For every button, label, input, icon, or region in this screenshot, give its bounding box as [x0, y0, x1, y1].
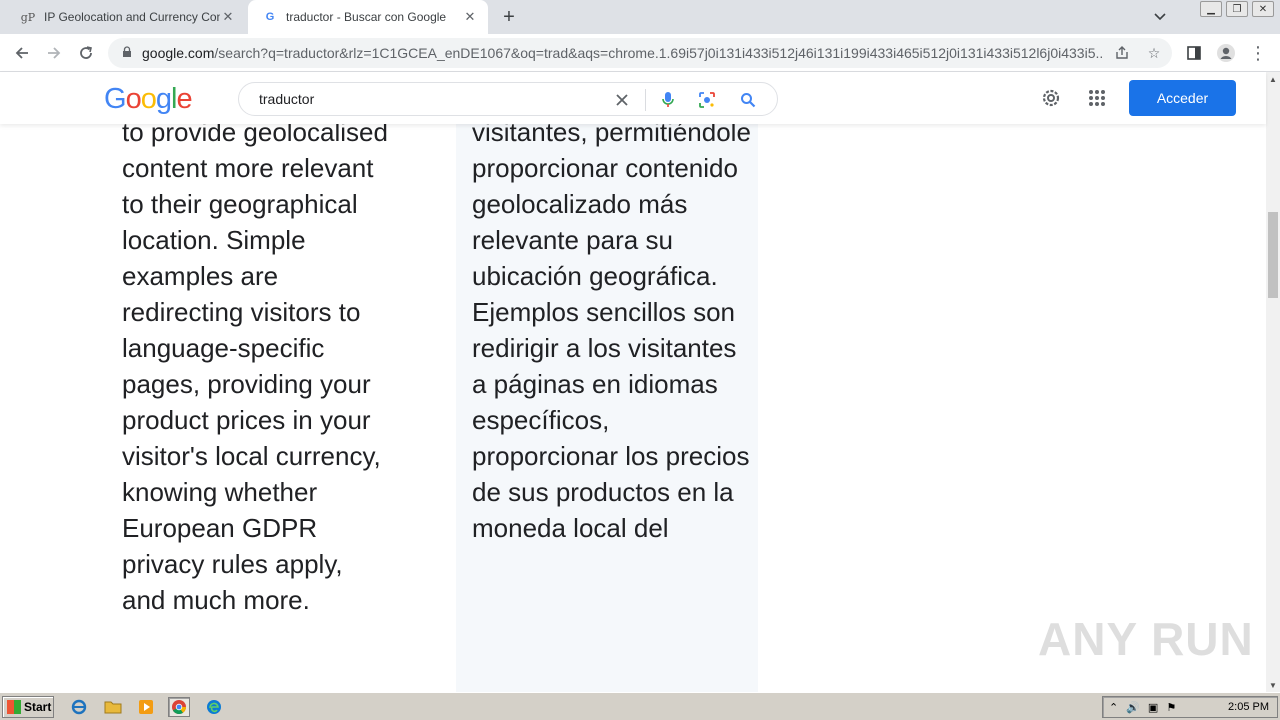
- signin-button[interactable]: Acceder: [1129, 80, 1236, 116]
- scroll-up-arrow-icon[interactable]: ▲: [1266, 72, 1280, 86]
- close-icon[interactable]: ✕: [462, 9, 478, 25]
- search-input[interactable]: [259, 91, 599, 107]
- share-icon[interactable]: [1112, 44, 1132, 62]
- google-favicon-icon: G: [265, 11, 275, 23]
- window-controls: ▁ ❐ ✕: [1200, 1, 1274, 17]
- new-tab-plus-icon[interactable]: +: [498, 6, 520, 28]
- profile-avatar-icon[interactable]: [1214, 41, 1238, 65]
- flag-icon[interactable]: ⚑: [1166, 701, 1176, 714]
- tab-ip-geolocation[interactable]: gP IP Geolocation and Currency Conver ✕: [6, 0, 246, 34]
- address-bar[interactable]: google.com/search?q=traductor&rlz=1C1GCE…: [108, 38, 1172, 68]
- tab-strip: gP IP Geolocation and Currency Conver ✕ …: [0, 0, 1280, 34]
- windows-logo-icon: [7, 700, 21, 714]
- scroll-down-arrow-icon[interactable]: ▼: [1266, 678, 1280, 692]
- ie-icon[interactable]: [68, 697, 90, 717]
- ipgeo-favicon-icon: gP: [20, 10, 36, 24]
- bookmark-star-icon[interactable]: ☆: [1144, 44, 1164, 62]
- tab-title: IP Geolocation and Currency Conver: [44, 10, 220, 24]
- media-player-icon[interactable]: [135, 697, 157, 717]
- kebab-menu-icon[interactable]: ⋮: [1246, 41, 1270, 65]
- minimize-icon[interactable]: ▁: [1200, 1, 1222, 17]
- chevron-down-icon[interactable]: [1150, 8, 1170, 26]
- restore-icon[interactable]: ❐: [1226, 1, 1248, 17]
- edge-icon[interactable]: [203, 697, 225, 717]
- microphone-icon[interactable]: [659, 91, 677, 109]
- chrome-icon[interactable]: [168, 697, 190, 717]
- search-icon[interactable]: [739, 91, 757, 109]
- source-text: to provide geolocalised content more rel…: [122, 124, 388, 615]
- lock-icon[interactable]: [122, 45, 136, 61]
- reload-icon[interactable]: [74, 41, 98, 65]
- close-window-icon[interactable]: ✕: [1252, 1, 1274, 17]
- system-tray: ⌃ 🔊 ▣ ⚑ 2:05 PM: [1102, 696, 1278, 718]
- side-panel-icon[interactable]: [1182, 41, 1206, 65]
- google-logo[interactable]: Google: [104, 83, 193, 116]
- lens-camera-icon[interactable]: [698, 91, 716, 109]
- translated-text: visitantes, permitiéndole proporcionar c…: [472, 124, 751, 543]
- search-results-content: to provide geolocalised content more rel…: [0, 124, 1266, 692]
- start-button[interactable]: Start: [2, 696, 54, 718]
- page-scrollbar[interactable]: ▲ ▼: [1266, 72, 1280, 692]
- anyrun-watermark: ANY RUN: [1038, 613, 1254, 665]
- gear-icon[interactable]: [1039, 86, 1063, 110]
- search-divider: [645, 89, 646, 111]
- tray-expand-icon[interactable]: ⌃: [1109, 701, 1118, 714]
- browser-toolbar: google.com/search?q=traductor&rlz=1C1GCE…: [0, 34, 1280, 72]
- google-header: Google Acceder: [0, 72, 1266, 124]
- tab-title: traductor - Buscar con Google: [286, 10, 447, 24]
- folder-icon[interactable]: [102, 697, 124, 717]
- network-icon[interactable]: ▣: [1148, 701, 1158, 714]
- scroll-thumb[interactable]: [1268, 212, 1278, 298]
- back-arrow-icon[interactable]: [10, 41, 34, 65]
- tab-google-search[interactable]: G traductor - Buscar con Google ✕: [248, 0, 488, 34]
- clear-icon[interactable]: [613, 91, 631, 109]
- clock[interactable]: 2:05 PM: [1228, 701, 1269, 713]
- url-text[interactable]: google.com/search?q=traductor&rlz=1C1GCE…: [142, 45, 1102, 61]
- volume-icon[interactable]: 🔊: [1126, 701, 1140, 714]
- taskbar: Start ⌃ 🔊 ▣ ⚑ 2:05 PM: [0, 692, 1280, 720]
- search-box: [238, 82, 778, 116]
- apps-grid-icon[interactable]: [1085, 86, 1109, 110]
- close-icon[interactable]: ✕: [220, 9, 236, 25]
- forward-arrow-icon[interactable]: [42, 41, 66, 65]
